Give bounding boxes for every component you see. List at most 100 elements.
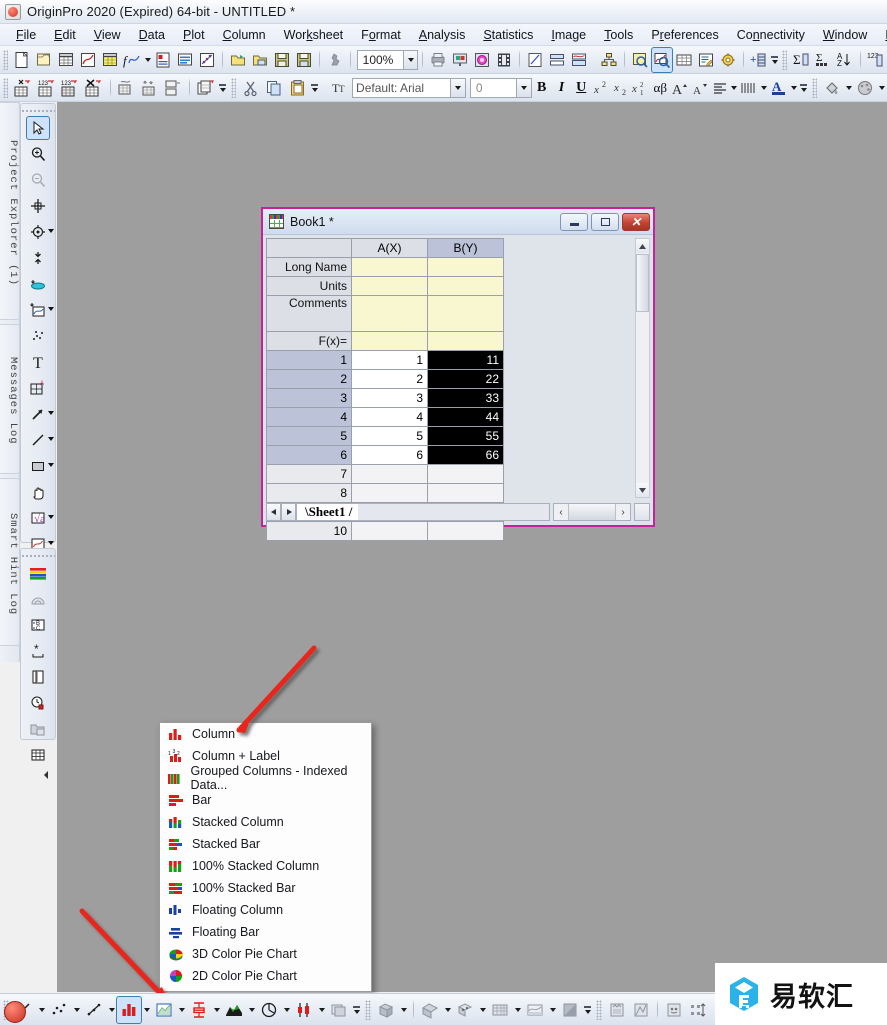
layer-manage-icon[interactable]	[547, 48, 567, 72]
menu-image[interactable]: Image	[542, 26, 595, 44]
menu-format[interactable]: Format	[352, 26, 410, 44]
fill-series-icon[interactable]: 123	[60, 76, 82, 100]
align-icon[interactable]	[710, 77, 730, 99]
regional-mask-tool[interactable]	[21, 271, 55, 297]
table-row[interactable]: 8	[266, 483, 504, 503]
palette-dropdown[interactable]	[877, 77, 887, 99]
annotation-icon[interactable]	[696, 48, 716, 72]
arrow-tool-dropdown[interactable]	[48, 411, 54, 415]
save-project-icon[interactable]	[272, 48, 292, 72]
format-overflow-2[interactable]	[799, 76, 809, 100]
multi-panel-icon[interactable]	[327, 997, 351, 1023]
plot-menu-item-stacked-column[interactable]: Stacked Column	[160, 811, 371, 833]
units-a[interactable]	[351, 276, 428, 296]
plot-menu-item-3d-pie[interactable]: 3D Color Pie Chart	[160, 943, 371, 965]
print-preview-icon[interactable]	[450, 48, 470, 72]
resize-grip[interactable]	[634, 503, 650, 521]
new-workbook-icon[interactable]	[56, 48, 76, 72]
comments-a[interactable]	[351, 295, 428, 332]
table-row[interactable]: 1 1 11	[266, 350, 504, 370]
plot-menu-item-100-stacked-bar[interactable]: 100% Stacked Bar	[160, 877, 371, 899]
line-style-dropdown[interactable]	[759, 77, 769, 99]
line-style-icon[interactable]	[739, 77, 759, 99]
bottom-toolbar-grip-2[interactable]	[365, 999, 371, 1020]
clock-stamp-icon[interactable]	[21, 690, 55, 716]
plot-menu-item-column[interactable]: Column	[160, 723, 371, 745]
color-bars-icon[interactable]	[21, 560, 55, 586]
fx-a[interactable]	[351, 331, 428, 351]
cell-b[interactable]	[427, 521, 504, 541]
sidebar-tab-messages-log[interactable]: Messages Log	[0, 324, 20, 474]
3d-symbol-icon[interactable]	[453, 997, 477, 1023]
stock-plot-dropdown[interactable]	[316, 999, 327, 1021]
clipboard-grip[interactable]	[230, 77, 236, 98]
plot-type-menu[interactable]: Column 132 Column + Label Grouped Column…	[159, 722, 372, 992]
plot-menu-item-100-stacked-column[interactable]: 100% Stacked Column	[160, 855, 371, 877]
new-function-plot-icon[interactable]: f	[122, 48, 142, 72]
sidebar-tab-smart-hint-log[interactable]: Smart Hint Log	[0, 478, 20, 646]
template-library-icon[interactable]	[605, 997, 629, 1023]
long-name-b[interactable]	[427, 257, 504, 277]
options-gear-icon[interactable]	[718, 48, 738, 72]
cell-a[interactable]: 4	[351, 407, 428, 427]
increase-font-icon[interactable]: A	[670, 77, 690, 99]
menu-statistics[interactable]: Statistics	[474, 26, 542, 44]
long-name-a[interactable]	[351, 257, 428, 277]
toolbar-grip[interactable]	[3, 49, 8, 70]
clipboard-overflow[interactable]	[310, 76, 320, 100]
line-tool-dropdown[interactable]	[48, 437, 54, 441]
cell-a[interactable]: 5	[351, 426, 428, 446]
worksheet-horizontal-scrollbar[interactable]: ‹ ›	[553, 503, 631, 521]
set-by-row-icon[interactable]: 123	[36, 76, 58, 100]
cell-a[interactable]: 1	[351, 350, 428, 370]
open-excel-icon[interactable]	[250, 48, 270, 72]
clear-worksheet-icon[interactable]	[83, 76, 105, 100]
column-bar-plot-icon[interactable]	[116, 995, 142, 1024]
row-index[interactable]: 6	[266, 445, 352, 465]
fill-area-plot-icon[interactable]	[222, 997, 246, 1023]
layer-contents-icon[interactable]	[686, 997, 710, 1023]
screen-reader-dropdown[interactable]	[48, 229, 54, 233]
table-row[interactable]: 7	[266, 464, 504, 484]
toolbar-grip-2[interactable]	[782, 49, 788, 70]
close-button[interactable]: ✕	[622, 212, 650, 231]
row-index[interactable]: 10	[266, 521, 352, 541]
sheet-next-button[interactable]	[281, 503, 296, 521]
row-index[interactable]: 1	[266, 350, 352, 370]
menu-worksheet[interactable]: Worksheet	[275, 26, 353, 44]
region-annotation-tool[interactable]: A	[21, 375, 55, 401]
scroll-up-arrow[interactable]	[636, 239, 649, 253]
cell-b[interactable]: 22	[427, 369, 504, 389]
row-index[interactable]: 3	[266, 388, 352, 408]
menu-data[interactable]: Data	[130, 26, 174, 44]
cell-b[interactable]	[427, 464, 504, 484]
menu-file[interactable]: FFileile	[7, 26, 45, 44]
style-palette-expand[interactable]	[21, 768, 55, 782]
row-index[interactable]: 8	[266, 483, 352, 503]
font-name-dropdown[interactable]	[451, 77, 466, 98]
line-symbol-plot-icon[interactable]	[82, 997, 106, 1023]
zoom-out-tool[interactable]	[21, 167, 55, 193]
3d-surface-dropdown[interactable]	[398, 999, 409, 1021]
shell-icon[interactable]	[21, 586, 55, 612]
menu-tools[interactable]: Tools	[595, 26, 642, 44]
draw-data-tool[interactable]	[21, 297, 55, 323]
vertical-scroll-thumb[interactable]	[636, 254, 649, 312]
italic-icon[interactable]: I	[552, 77, 572, 99]
zoom-region-icon[interactable]	[630, 48, 650, 72]
fx-b[interactable]	[427, 331, 504, 351]
data-selector-tool[interactable]	[21, 245, 55, 271]
menu-window[interactable]: Window	[814, 26, 876, 44]
new-table-icon[interactable]	[674, 48, 694, 72]
cell-b[interactable]: 44	[427, 407, 504, 427]
copy-columns-icon[interactable]	[195, 76, 217, 100]
palette-icon[interactable]	[855, 76, 877, 100]
hierarchy-icon[interactable]	[599, 48, 619, 72]
menu-help[interactable]: Help	[876, 26, 887, 44]
pan-tool[interactable]	[21, 479, 55, 505]
insert-row-icon[interactable]	[139, 76, 161, 100]
format-toolbar-overflow[interactable]	[218, 76, 228, 100]
corner-header[interactable]	[266, 238, 352, 258]
new-excel-icon[interactable]	[100, 48, 120, 72]
save-template-icon[interactable]	[294, 48, 314, 72]
